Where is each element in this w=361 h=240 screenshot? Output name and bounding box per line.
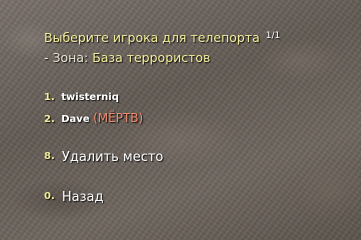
- menu-item-player-2[interactable]: 2. Dave (МЁРТВ): [44, 111, 143, 125]
- back-option[interactable]: 0. Назад: [44, 190, 104, 205]
- page-indicator: 1/1: [265, 31, 281, 41]
- dead-status: (МЁРТВ): [93, 111, 144, 125]
- item-number: 2.: [44, 114, 55, 125]
- zone-label: - Зона:: [44, 50, 89, 65]
- zone-value: База террористов: [92, 50, 211, 65]
- zone-line: - Зона: База террористов: [44, 50, 210, 65]
- teleport-menu: Выберите игрока для телепорта 1/1 - Зона…: [0, 0, 361, 240]
- player-name: Dave: [61, 114, 90, 125]
- menu-title-text: Выберите игрока для телепорта: [44, 30, 260, 45]
- delete-place-option[interactable]: 8. Удалить место: [44, 150, 163, 165]
- item-number: 8.: [44, 151, 55, 162]
- menu-item-player-1[interactable]: 1. twisterniq: [44, 92, 119, 103]
- menu-title: Выберите игрока для телепорта 1/1: [44, 30, 280, 45]
- item-number: 0.: [44, 191, 55, 202]
- delete-place-label: Удалить место: [61, 150, 164, 165]
- player-name: twisterniq: [61, 92, 119, 103]
- back-label: Назад: [61, 190, 104, 205]
- item-number: 1.: [44, 92, 55, 103]
